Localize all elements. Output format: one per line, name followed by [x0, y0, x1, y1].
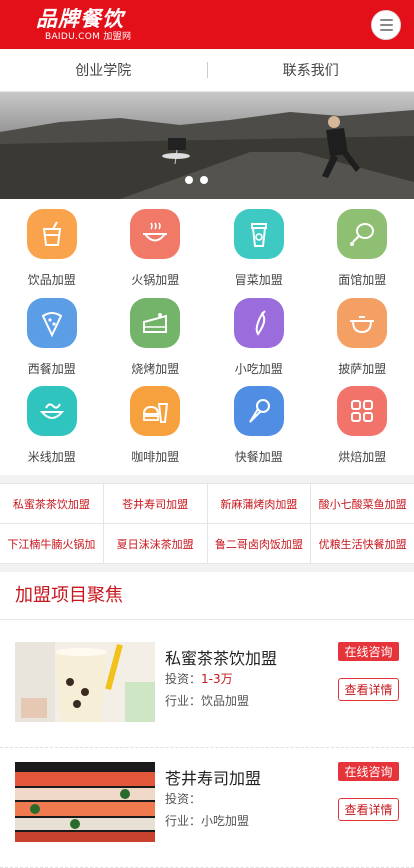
industry-value: 小吃加盟: [201, 814, 249, 828]
nav-item-academy[interactable]: 创业学院: [0, 60, 207, 80]
tag-row: 下江楠牛腩火锅加 夏日沫沫茶加盟 鲁二哥卤肉饭加盟 优粮生活快餐加盟: [0, 524, 414, 564]
item-name[interactable]: 私蜜茶茶饮加盟: [165, 645, 277, 669]
category-label: 小吃加盟: [235, 360, 283, 377]
category-fastfood[interactable]: 快餐加盟: [207, 386, 311, 474]
category-hotpot[interactable]: 火锅加盟: [104, 209, 208, 297]
category-label: 冒菜加盟: [235, 271, 283, 288]
product-image-milk-tea[interactable]: [15, 642, 155, 722]
brand-tag-link[interactable]: 鲁二哥卤肉饭加盟: [208, 524, 312, 563]
category-western[interactable]: 西餐加盟: [0, 298, 104, 386]
section-title: 加盟项目聚焦: [0, 572, 414, 620]
list-item[interactable]: 苍井寿司加盟 投资： 行业：小吃加盟 在线咨询 查看详情: [0, 748, 414, 868]
category-label: 烘焙加盟: [338, 448, 386, 465]
category-label: 饮品加盟: [28, 271, 76, 288]
pan-icon: [337, 298, 387, 348]
coffee-cup-icon: [234, 209, 284, 259]
brand-tags: 私蜜茶茶饮加盟 苍井寿司加盟 新麻蒲烤肉加盟 酸小七酸菜鱼加盟 下江楠牛腩火锅加…: [0, 483, 414, 564]
category-bakery[interactable]: 烘焙加盟: [311, 386, 414, 474]
logo-title: 品牌餐饮: [36, 6, 131, 32]
pizza-icon: [27, 298, 77, 348]
ice-cream-icon: [234, 386, 284, 436]
view-details-button[interactable]: 查看详情: [338, 798, 399, 821]
category-grid: 饮品加盟 火锅加盟 冒菜加盟 面馆加盟 西餐加盟 烧烤加盟 小吃加盟: [0, 199, 414, 475]
burger-drink-icon: [130, 386, 180, 436]
hero-banner[interactable]: [0, 92, 414, 199]
category-bbq[interactable]: 烧烤加盟: [104, 298, 208, 386]
site-logo[interactable]: 品牌餐饮 BAIDU.COM 加盟网: [36, 6, 131, 43]
brand-tag-link[interactable]: 酸小七酸菜鱼加盟: [311, 484, 414, 523]
view-details-button[interactable]: 查看详情: [338, 678, 399, 701]
brand-tag-link[interactable]: 优粮生活快餐加盟: [311, 524, 414, 563]
brand-tag-link[interactable]: 私蜜茶茶饮加盟: [0, 484, 104, 523]
brand-tag-link[interactable]: 夏日沫沫茶加盟: [104, 524, 208, 563]
category-label: 披萨加盟: [338, 360, 386, 377]
online-consult-button[interactable]: 在线咨询: [338, 642, 399, 661]
item-investment: 投资：1-3万: [165, 670, 233, 687]
category-label: 烧烤加盟: [131, 360, 179, 377]
chicken-leg-icon: [337, 209, 387, 259]
item-industry: 行业：饮品加盟: [165, 692, 249, 709]
industry-value: 饮品加盟: [201, 694, 249, 708]
category-label: 面馆加盟: [338, 271, 386, 288]
top-bar: 品牌餐饮 BAIDU.COM 加盟网: [0, 0, 414, 49]
chili-icon: [234, 298, 284, 348]
online-consult-button[interactable]: 在线咨询: [338, 762, 399, 781]
item-investment: 投资：: [165, 790, 201, 807]
category-label: 西餐加盟: [28, 360, 76, 377]
category-rice-noodles[interactable]: 米线加盟: [0, 386, 104, 474]
sub-navigation: 创业学院 联系我们: [0, 49, 414, 92]
product-image-sushi[interactable]: [15, 762, 155, 842]
category-label: 火锅加盟: [131, 271, 179, 288]
category-label: 米线加盟: [28, 448, 76, 465]
investment-value: 1-3万: [201, 672, 233, 686]
logo-subtitle: BAIDU.COM 加盟网: [45, 32, 131, 43]
brand-tag-link[interactable]: 苍井寿司加盟: [104, 484, 208, 523]
nav-item-contact[interactable]: 联系我们: [208, 60, 414, 80]
drink-cup-icon: [27, 209, 77, 259]
category-drinks[interactable]: 饮品加盟: [0, 209, 104, 297]
item-name[interactable]: 苍井寿司加盟: [165, 765, 261, 789]
category-noodles[interactable]: 面馆加盟: [311, 209, 414, 297]
cake-icon: [130, 298, 180, 348]
hotpot-icon: [130, 209, 180, 259]
item-industry: 行业：小吃加盟: [165, 812, 249, 829]
category-coffee[interactable]: 咖啡加盟: [104, 386, 208, 474]
menu-icon[interactable]: [371, 10, 401, 40]
brand-tag-link[interactable]: 新麻蒲烤肉加盟: [208, 484, 312, 523]
featured-section: 加盟项目聚焦 私蜜茶茶饮加盟 投资：1-3万 行业：饮品加盟 在线咨询 查看详情: [0, 572, 414, 868]
grid-squares-icon: [337, 386, 387, 436]
tag-row: 私蜜茶茶饮加盟 苍井寿司加盟 新麻蒲烤肉加盟 酸小七酸菜鱼加盟: [0, 484, 414, 524]
carousel-dot[interactable]: [185, 176, 193, 184]
carousel-dot[interactable]: [200, 176, 208, 184]
list-item[interactable]: 私蜜茶茶饮加盟 投资：1-3万 行业：饮品加盟 在线咨询 查看详情: [0, 628, 414, 748]
noodle-bowl-icon: [27, 386, 77, 436]
category-snacks[interactable]: 小吃加盟: [207, 298, 311, 386]
brand-tag-link[interactable]: 下江楠牛腩火锅加: [0, 524, 104, 563]
carousel-dots: [185, 176, 208, 184]
category-pizza[interactable]: 披萨加盟: [311, 298, 414, 386]
category-label: 快餐加盟: [235, 448, 283, 465]
category-label: 咖啡加盟: [131, 448, 179, 465]
category-maocai[interactable]: 冒菜加盟: [207, 209, 311, 297]
